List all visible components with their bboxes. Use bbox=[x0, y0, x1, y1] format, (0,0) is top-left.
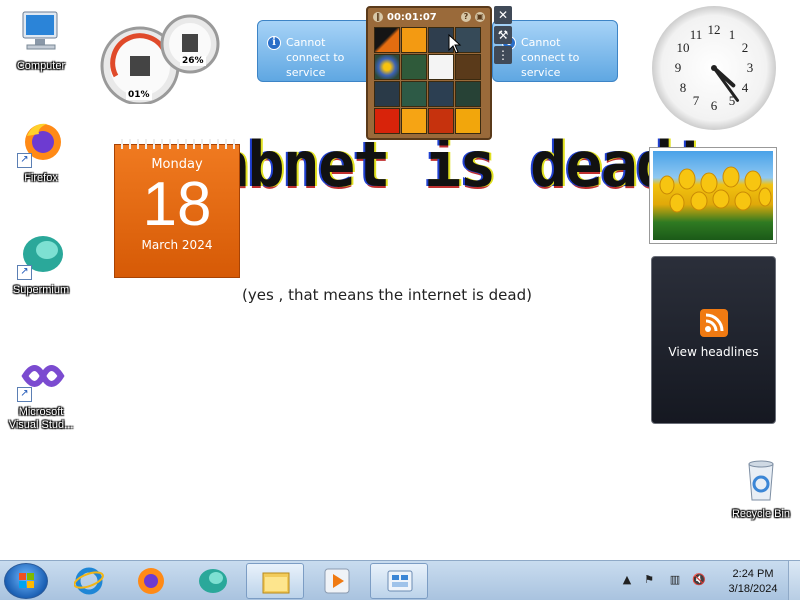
gadgets-icon bbox=[387, 570, 413, 592]
show-hidden-icons-icon[interactable]: ▲ bbox=[620, 573, 634, 587]
desktop-icon-visual-studio[interactable]: ↗ Microsoft Visual Stud... bbox=[4, 354, 78, 432]
cpu-usage-readout: 01% bbox=[126, 90, 152, 100]
calendar-date: 18 bbox=[142, 170, 212, 239]
puzzle-timer: 00:01:07 bbox=[387, 11, 437, 23]
taskbar-internet-explorer[interactable] bbox=[60, 563, 118, 599]
puzzle-tile[interactable] bbox=[374, 81, 400, 107]
supermium-icon: ↗ bbox=[17, 232, 65, 280]
desktop-icon-firefox[interactable]: ↗ Firefox bbox=[4, 120, 78, 185]
puzzle-tile[interactable] bbox=[401, 54, 427, 80]
supermium-icon bbox=[199, 569, 227, 593]
taskbar-desktop-gadgets[interactable] bbox=[370, 563, 428, 599]
firefox-icon: ↗ bbox=[17, 120, 65, 168]
svg-text:4: 4 bbox=[742, 80, 749, 95]
picture-icon[interactable]: ▣ bbox=[475, 12, 485, 22]
windows-logo-icon bbox=[19, 573, 34, 588]
puzzle-tile[interactable] bbox=[374, 27, 400, 53]
pause-icon[interactable]: ‖ bbox=[373, 12, 383, 22]
rss-feed-icon bbox=[699, 309, 728, 337]
desktop-icon-label: Firefox bbox=[24, 172, 58, 184]
desktop-icon-computer[interactable]: Computer bbox=[4, 8, 78, 73]
recycle-bin-icon bbox=[737, 456, 785, 504]
taskbar-firefox[interactable] bbox=[122, 563, 180, 599]
svg-text:11: 11 bbox=[690, 27, 703, 42]
analog-clock-gadget[interactable]: 12 1 2 345 678 9 10 11 bbox=[652, 6, 776, 130]
puzzle-tile[interactable] bbox=[455, 81, 481, 107]
service-gadget-left[interactable]: i Cannot connect to service bbox=[257, 20, 383, 82]
svg-text:9: 9 bbox=[675, 60, 682, 75]
service-error-message: Cannot connect to service bbox=[286, 36, 345, 79]
puzzle-tile[interactable] bbox=[401, 81, 427, 107]
tulips-photo bbox=[659, 166, 772, 213]
clock-face: 12 12 345 678 91011 bbox=[675, 22, 754, 113]
cpu-meter-gadget[interactable]: 01% 26% bbox=[96, 12, 224, 106]
gadget-toolbar: ✕ ⚒ ⋮ bbox=[494, 6, 512, 68]
calendar-binding bbox=[115, 139, 239, 149]
puzzle-tile[interactable] bbox=[455, 54, 481, 80]
service-error-message: Cannot connect to service bbox=[521, 36, 580, 79]
svg-text:1: 1 bbox=[729, 27, 736, 42]
start-button[interactable] bbox=[4, 563, 48, 599]
internet-explorer-icon bbox=[74, 567, 104, 595]
mouse-cursor-icon bbox=[448, 34, 462, 54]
slideshow-gadget[interactable] bbox=[650, 148, 776, 243]
puzzle-tile[interactable] bbox=[374, 108, 400, 134]
puzzle-tile[interactable] bbox=[428, 108, 454, 134]
calendar-gadget[interactable]: Monday 18 March 2024 bbox=[114, 139, 240, 278]
memory-usage-readout: 26% bbox=[180, 56, 206, 66]
svg-text:2: 2 bbox=[742, 40, 749, 55]
puzzle-grid[interactable] bbox=[374, 27, 488, 134]
computer-icon bbox=[17, 8, 65, 56]
wallpaper-subtitle: (yes , that means the internet is dead) bbox=[242, 286, 532, 304]
visual-studio-icon: ↗ bbox=[17, 354, 65, 402]
feed-headlines-gadget[interactable]: View headlines bbox=[651, 256, 776, 424]
puzzle-tile[interactable] bbox=[428, 81, 454, 107]
show-desktop-button[interactable] bbox=[788, 561, 800, 600]
options-wrench-icon[interactable]: ⚒ bbox=[494, 26, 512, 44]
action-center-flag-icon[interactable]: ⚑ bbox=[642, 573, 656, 587]
puzzle-tile[interactable] bbox=[374, 54, 400, 80]
media-player-icon bbox=[324, 568, 350, 594]
help-icon[interactable]: ? bbox=[461, 12, 471, 22]
desktop-icon-supermium[interactable]: ↗ Supermium bbox=[4, 232, 78, 297]
drag-handle-icon[interactable]: ⋮ bbox=[494, 46, 512, 64]
desktop-icon-label: Computer bbox=[16, 60, 66, 72]
svg-text:7: 7 bbox=[693, 93, 700, 108]
picture-puzzle-gadget[interactable]: ‖ 00:01:07 ? ▣ bbox=[366, 6, 492, 140]
puzzle-tile[interactable] bbox=[455, 108, 481, 134]
taskbar-clock-date[interactable]: 3/18/2024 bbox=[718, 583, 788, 595]
shortcut-arrow-icon: ↗ bbox=[17, 387, 32, 402]
svg-text:12: 12 bbox=[708, 22, 721, 37]
volume-muted-icon[interactable]: 🔇 bbox=[692, 573, 706, 587]
puzzle-tile[interactable] bbox=[401, 108, 427, 134]
desktop-icon-label: Recycle Bin bbox=[731, 508, 791, 520]
shortcut-arrow-icon: ↗ bbox=[17, 265, 32, 280]
taskbar: ▲ ⚑ ▥ 🔇 2:24 PM 3/18/2024 bbox=[0, 560, 800, 600]
svg-text:3: 3 bbox=[747, 60, 754, 75]
puzzle-tile[interactable] bbox=[401, 27, 427, 53]
close-icon[interactable]: ✕ bbox=[494, 6, 512, 24]
firefox-icon bbox=[138, 568, 164, 594]
info-icon: i bbox=[267, 36, 281, 50]
taskbar-supermium[interactable] bbox=[184, 563, 242, 599]
desktop-icon-recycle-bin[interactable]: Recycle Bin bbox=[724, 456, 798, 521]
taskbar-clock-time[interactable]: 2:24 PM bbox=[718, 568, 788, 580]
view-headlines-link[interactable]: View headlines bbox=[652, 345, 775, 359]
svg-text:10: 10 bbox=[677, 40, 690, 55]
svg-text:8: 8 bbox=[680, 80, 687, 95]
folder-icon bbox=[262, 572, 290, 594]
desktop-icon-label: Supermium bbox=[12, 284, 70, 296]
taskbar-file-explorer[interactable] bbox=[246, 563, 304, 599]
network-icon[interactable]: ▥ bbox=[668, 573, 682, 587]
taskbar-media-player[interactable] bbox=[308, 563, 366, 599]
calendar-month-year: March 2024 bbox=[141, 238, 213, 252]
shortcut-arrow-icon: ↗ bbox=[17, 153, 32, 168]
desktop-icon-label: Microsoft Visual Stud... bbox=[8, 406, 74, 431]
puzzle-tile[interactable] bbox=[428, 54, 454, 80]
wallpaper-title: abnet is dead!! bbox=[212, 128, 712, 201]
svg-text:6: 6 bbox=[711, 98, 718, 113]
puzzle-toolbar: ‖ 00:01:07 ? ▣ bbox=[370, 10, 488, 24]
system-tray: ▲ ⚑ ▥ 🔇 2:24 PM 3/18/2024 bbox=[618, 561, 800, 600]
